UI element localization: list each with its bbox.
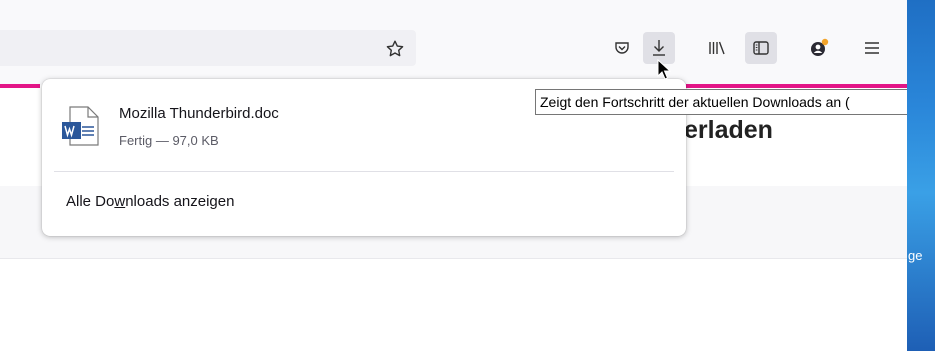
divider — [54, 171, 674, 172]
desktop-partial-label: ge — [908, 248, 923, 263]
show-all-label-part: Alle Do — [66, 193, 115, 210]
desktop-background-strip — [907, 0, 935, 351]
library-icon[interactable] — [701, 32, 733, 64]
sidebar-icon[interactable] — [745, 32, 777, 64]
show-all-access-key: w — [114, 193, 126, 210]
account-icon[interactable] — [803, 32, 835, 64]
pocket-icon[interactable] — [606, 32, 638, 64]
page-heading: erladen — [684, 116, 773, 144]
show-all-downloads-button[interactable]: Alle Downloads anzeigen — [66, 193, 234, 210]
downloads-tooltip: Zeigt den Fortschritt der aktuellen Down… — [535, 89, 935, 115]
download-file-status: Fertig — 97,0 KB — [119, 133, 219, 148]
show-all-label-part: nloads anzeigen — [125, 193, 235, 210]
tab-accent-line — [686, 84, 907, 88]
menu-icon[interactable] — [856, 32, 888, 64]
url-bar[interactable] — [0, 30, 416, 66]
bookmark-star-icon[interactable] — [382, 36, 408, 62]
download-file-name[interactable]: Mozilla Thunderbird.doc — [119, 105, 279, 122]
mouse-cursor-icon — [657, 58, 672, 86]
tab-accent-line — [0, 84, 40, 88]
browser-toolbar — [0, 0, 907, 85]
word-document-icon[interactable] — [62, 105, 102, 152]
